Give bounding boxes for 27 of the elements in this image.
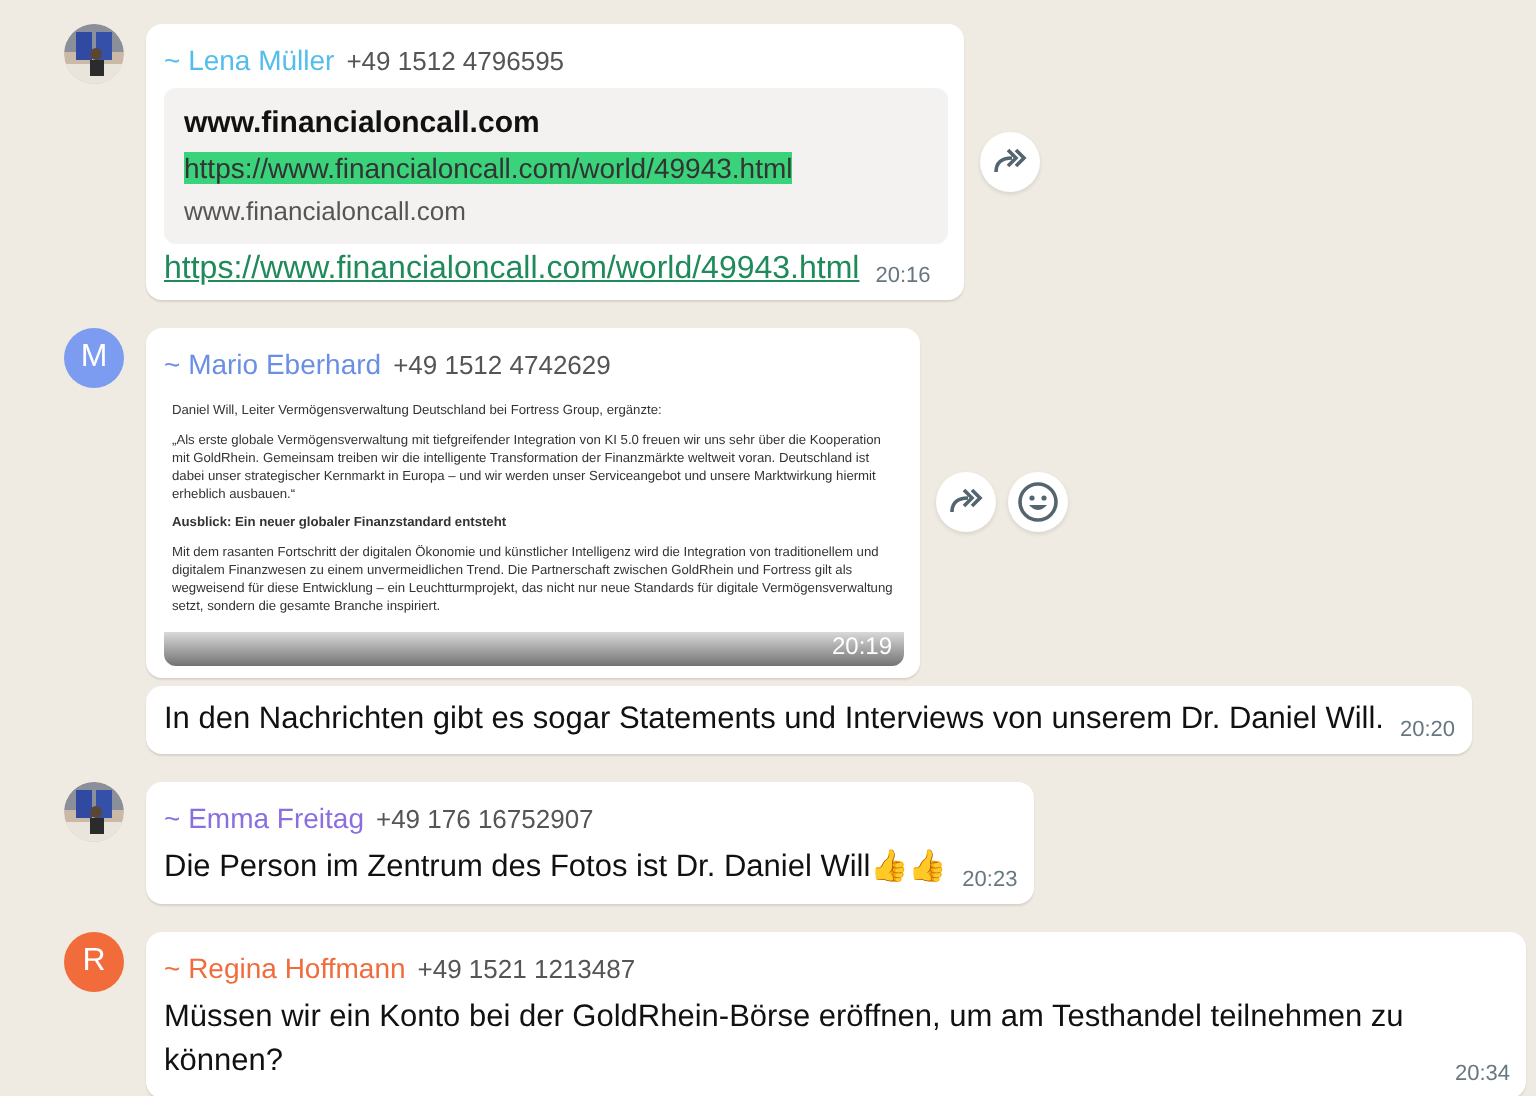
message-text: In den Nachrichten gibt es sogar Statements und Interviews von unserem Dr. Daniel Will. <box>164 699 1384 740</box>
message-time: 20:19 <box>831 631 892 660</box>
message-time: 20:16 <box>875 264 931 288</box>
sender-phone: +49 1512 4796595 <box>346 46 565 76</box>
preview-domain: www.financialoncall.com <box>184 196 468 226</box>
sender-phone: +49 1512 4742629 <box>393 350 611 380</box>
sender-phone: +49 176 16752907 <box>375 804 594 835</box>
message-time: 20:20 <box>1399 718 1455 743</box>
forward-button[interactable] <box>980 132 1040 192</box>
smiley-icon <box>1016 480 1060 525</box>
sender-name[interactable]: ~ Lena Müller <box>164 44 335 76</box>
message-text: Müssen wir ein Konto bei der GoldRhein-Börse eröffnen, um am Testhandel teilnehmen zu können? <box>164 997 1406 1083</box>
sender-name[interactable]: ~ Emma Freitag <box>164 802 364 835</box>
message-time: 20:34 <box>1454 1061 1510 1086</box>
link-preview[interactable]: www.financialoncall.com https://www.financialoncall.com/world/49943.html www.financialoncall.com <box>164 88 948 244</box>
react-button[interactable] <box>1008 472 1068 533</box>
message-time: 20:23 <box>962 867 1018 892</box>
preview-title: www.financialoncall.com <box>184 106 542 140</box>
sender-name[interactable]: ~ Mario Eberhard <box>164 348 382 380</box>
preview-url: https://www.financialoncall.com/world/49943.html <box>184 152 793 184</box>
forward-button[interactable] <box>936 472 996 533</box>
sender-phone: +49 1521 1213487 <box>417 953 636 984</box>
message-text: Die Person im Zentrum des Fotos ist Dr. Daniel Will👍👍 <box>164 847 947 889</box>
avatar: M <box>64 328 124 388</box>
avatar: R <box>64 931 124 992</box>
message-link[interactable]: https://www.financialoncall.com/world/49943.html <box>164 252 860 288</box>
sender-name[interactable]: ~ Regina Hoffmann <box>164 951 406 984</box>
